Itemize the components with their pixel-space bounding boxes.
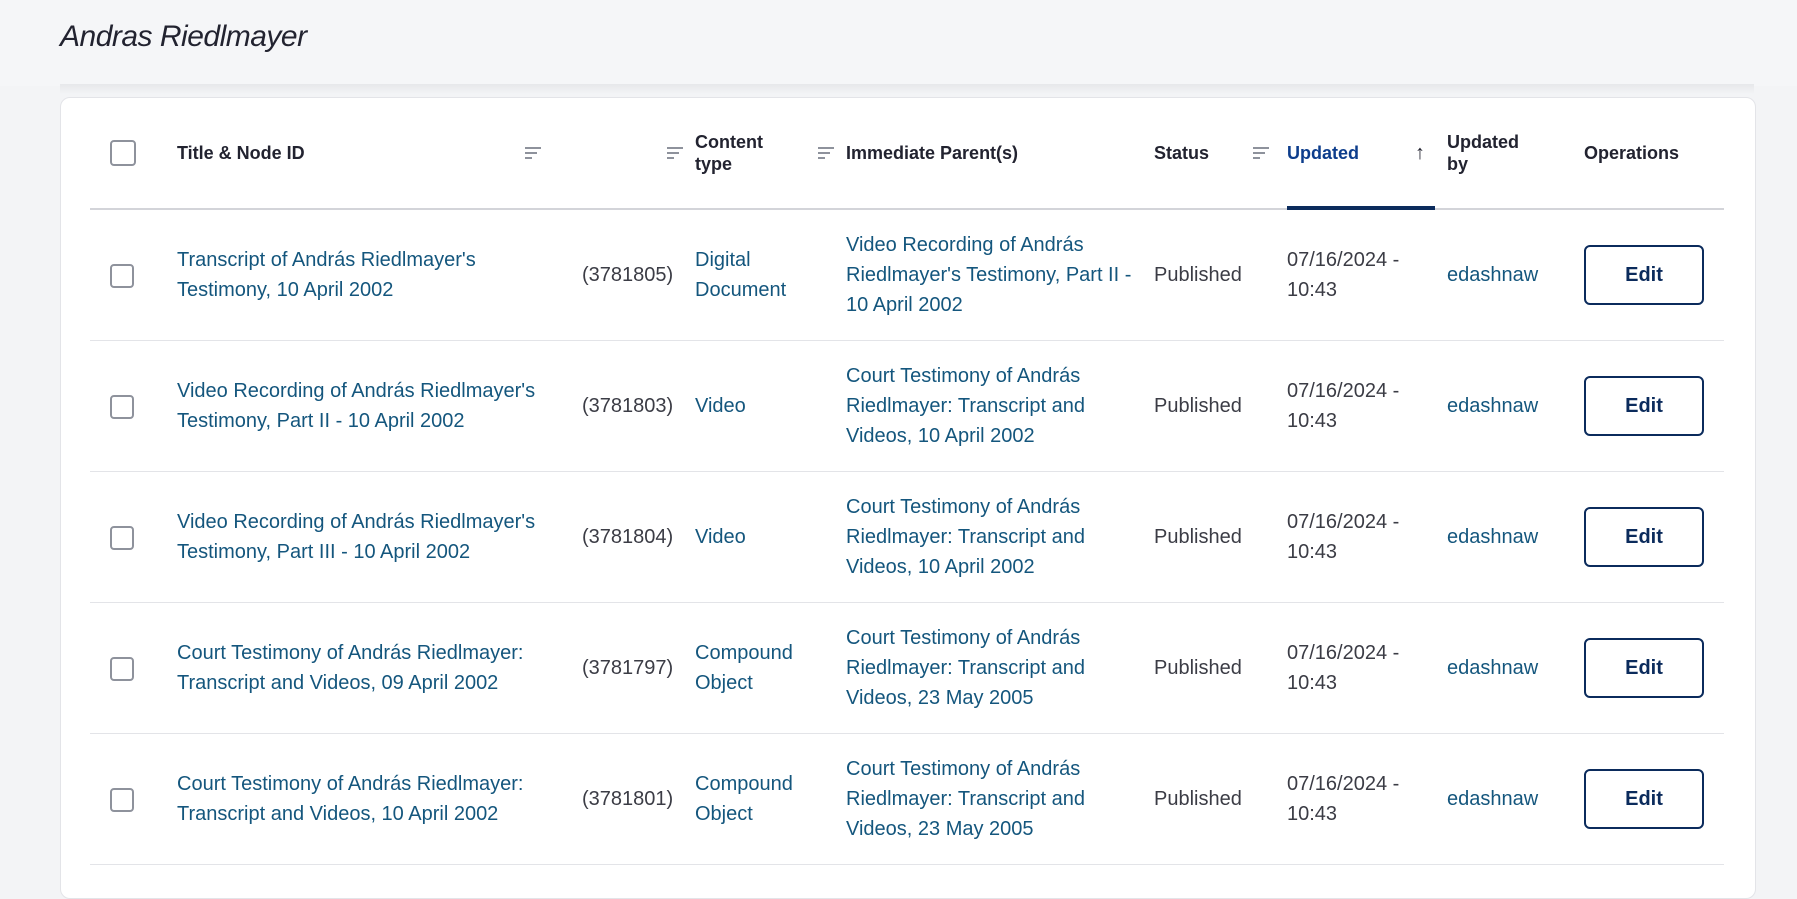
column-title[interactable]: Title & Node ID: [177, 98, 553, 210]
sort-icon[interactable]: [1253, 147, 1269, 159]
column-operations: Operations: [1584, 98, 1724, 210]
column-content-type-label: Content type: [695, 132, 763, 174]
row-checkbox[interactable]: [110, 787, 134, 812]
row-title-link[interactable]: Video Recording of András Riedlmayer's T…: [177, 380, 535, 432]
row-node-id: (3781803): [553, 340, 695, 472]
row-updated: 07/16/2024 - 10:43: [1287, 471, 1447, 603]
page-title: Andras Riedlmayer: [60, 20, 307, 53]
table-row: Video Recording of András Riedlmayer's T…: [90, 471, 1724, 603]
column-updated-by-label: Updated by: [1447, 132, 1519, 174]
table-row: Video Recording of András Riedlmayer's T…: [90, 340, 1724, 472]
select-all-checkbox[interactable]: [110, 140, 136, 166]
edit-button[interactable]: Edit: [1584, 638, 1704, 698]
row-node-id: (3781805): [553, 209, 695, 341]
row-title-link[interactable]: Court Testimony of András Riedlmayer: Tr…: [177, 773, 523, 825]
sort-icon[interactable]: [525, 147, 541, 159]
row-node-id: (3781801): [553, 733, 695, 865]
row-content-type-link[interactable]: Compound Object: [695, 773, 793, 825]
table-row: Court Testimony of András Riedlmayer: Tr…: [90, 733, 1724, 865]
edit-button[interactable]: Edit: [1584, 376, 1704, 436]
row-parent-link[interactable]: Court Testimony of András Riedlmayer: Tr…: [846, 627, 1085, 709]
row-status: Published: [1154, 471, 1287, 603]
column-operations-label: Operations: [1584, 143, 1680, 163]
row-title-link[interactable]: Transcript of András Riedlmayer's Testim…: [177, 249, 476, 301]
column-status-label: Status: [1154, 143, 1210, 163]
column-parent: Immediate Parent(s): [846, 98, 1154, 210]
column-updated[interactable]: Updated ↑: [1287, 98, 1447, 210]
header-shadow: [60, 84, 1754, 94]
table-header-row: Title & Node ID Content type Immediate P…: [90, 98, 1724, 210]
row-parent-link[interactable]: Video Recording of András Riedlmayer's T…: [846, 234, 1131, 316]
row-parent-link[interactable]: Court Testimony of András Riedlmayer: Tr…: [846, 496, 1085, 578]
row-parent-link[interactable]: Court Testimony of András Riedlmayer: Tr…: [846, 758, 1085, 840]
table-row: Court Testimony of András Riedlmayer: Tr…: [90, 602, 1724, 734]
column-parent-label: Immediate Parent(s): [846, 143, 1019, 163]
edit-button[interactable]: Edit: [1584, 245, 1704, 305]
column-updated-by: Updated by: [1447, 98, 1584, 210]
row-updated: 07/16/2024 - 10:43: [1287, 733, 1447, 865]
active-sort-underline: [1287, 206, 1435, 210]
row-updated: 07/16/2024 - 10:43: [1287, 602, 1447, 734]
content-table: Title & Node ID Content type Immediate P…: [90, 98, 1724, 865]
row-content-type-link[interactable]: Digital Document: [695, 249, 786, 301]
sort-icon[interactable]: [667, 147, 683, 159]
row-parent-link[interactable]: Court Testimony of András Riedlmayer: Tr…: [846, 365, 1085, 447]
row-content-type-link[interactable]: Video: [695, 526, 746, 548]
column-content-type[interactable]: Content type: [695, 98, 846, 210]
row-checkbox[interactable]: [110, 656, 134, 681]
row-content-type-link[interactable]: Video: [695, 395, 746, 417]
row-updated-by-link[interactable]: edashnaw: [1447, 788, 1538, 810]
sort-icon[interactable]: [818, 147, 834, 159]
row-node-id: (3781804): [553, 471, 695, 603]
select-all-cell: [90, 98, 177, 210]
row-checkbox[interactable]: [110, 263, 134, 288]
row-node-id: (3781797): [553, 602, 695, 734]
row-status: Published: [1154, 340, 1287, 472]
arrow-up-icon[interactable]: ↑: [1415, 142, 1425, 164]
page-header: Andras Riedlmayer: [0, 0, 1797, 86]
column-status[interactable]: Status: [1154, 98, 1287, 210]
row-checkbox[interactable]: [110, 525, 134, 550]
row-updated-by-link[interactable]: edashnaw: [1447, 264, 1538, 286]
edit-button[interactable]: Edit: [1584, 769, 1704, 829]
row-updated-by-link[interactable]: edashnaw: [1447, 526, 1538, 548]
row-checkbox[interactable]: [110, 394, 134, 419]
row-updated: 07/16/2024 - 10:43: [1287, 340, 1447, 472]
row-updated: 07/16/2024 - 10:43: [1287, 209, 1447, 341]
row-content-type-link[interactable]: Compound Object: [695, 642, 793, 694]
edit-button[interactable]: Edit: [1584, 507, 1704, 567]
column-node-id[interactable]: [553, 98, 695, 210]
content-card: Title & Node ID Content type Immediate P…: [60, 97, 1756, 899]
row-title-link[interactable]: Court Testimony of András Riedlmayer: Tr…: [177, 642, 523, 694]
row-updated-by-link[interactable]: edashnaw: [1447, 395, 1538, 417]
column-title-label: Title & Node ID: [177, 143, 305, 163]
row-updated-by-link[interactable]: edashnaw: [1447, 657, 1538, 679]
row-title-link[interactable]: Video Recording of András Riedlmayer's T…: [177, 511, 535, 563]
row-status: Published: [1154, 733, 1287, 865]
table-row: Transcript of András Riedlmayer's Testim…: [90, 209, 1724, 341]
column-updated-label: Updated: [1287, 143, 1359, 163]
row-status: Published: [1154, 602, 1287, 734]
row-status: Published: [1154, 209, 1287, 341]
